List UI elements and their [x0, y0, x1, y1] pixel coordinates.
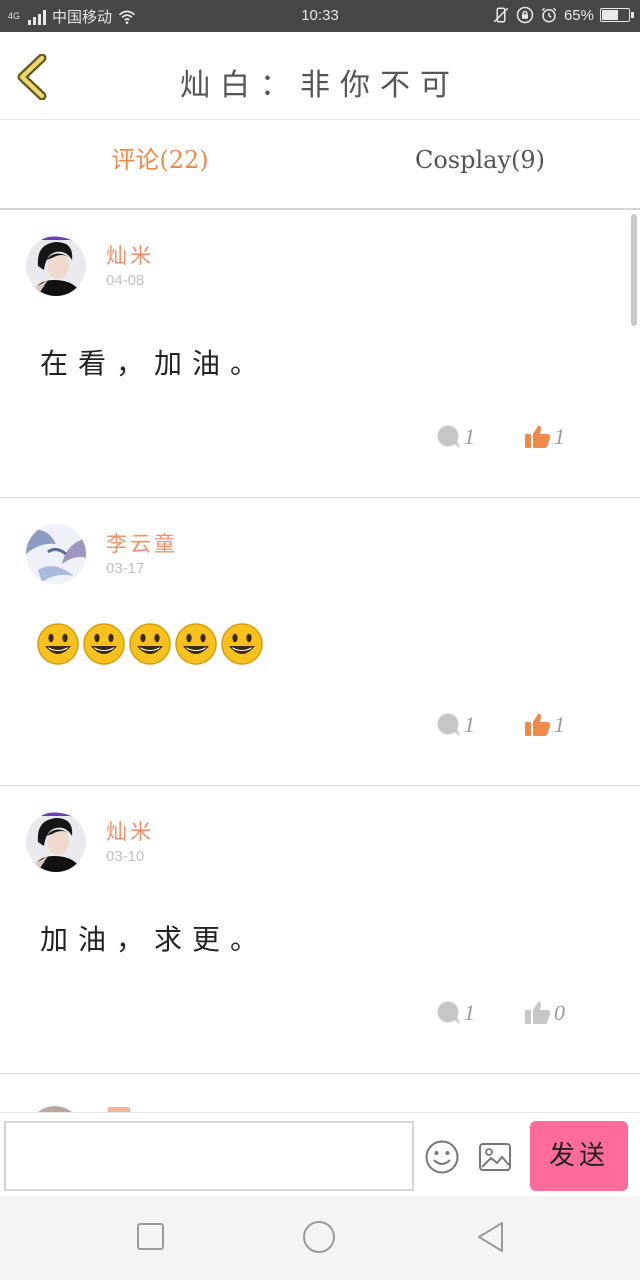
thumbs-up-icon — [525, 425, 551, 448]
smiley-emoji-icon — [129, 623, 171, 665]
image-picker-icon[interactable] — [478, 1141, 512, 1173]
avatar[interactable] — [26, 812, 86, 872]
tab-bar: 评论(22) Cosplay(9) — [0, 120, 640, 210]
reply-button[interactable]: 1 — [436, 712, 475, 738]
comment-item: 李云童 03-17 1 1 — [0, 498, 640, 786]
comment-date: 04-08 — [106, 272, 145, 289]
home-icon[interactable] — [302, 1220, 336, 1254]
comment-username[interactable]: 李云童 — [106, 528, 178, 558]
system-nav-bar — [0, 1196, 640, 1280]
comment-input[interactable] — [4, 1121, 414, 1191]
smiley-emoji-icon — [221, 623, 263, 665]
like-count: 1 — [554, 712, 565, 737]
avatar[interactable] — [26, 236, 86, 296]
comment-date: 03-17 — [106, 560, 145, 577]
like-button[interactable]: 1 — [524, 424, 565, 450]
tab-comments[interactable]: 评论(22) — [0, 120, 320, 208]
back-triangle-icon[interactable] — [474, 1220, 508, 1254]
comment-date: 03-10 — [106, 848, 145, 865]
comment-item: 灿米 03-10 加油，求更。 1 0 — [0, 786, 640, 1074]
reply-button[interactable]: 1 — [436, 424, 475, 450]
comment-bubble-icon — [437, 713, 460, 736]
page-title: 灿白：非你不可 — [180, 68, 460, 103]
like-button[interactable]: 1 — [524, 712, 565, 738]
screen-lock-icon — [516, 6, 534, 24]
reply-count: 1 — [464, 424, 475, 449]
battery-percent: 65% — [563, 6, 594, 24]
smiley-emoji-icon — [175, 623, 217, 665]
partial-comment-item — [0, 1073, 640, 1113]
thumbs-up-icon — [525, 1001, 551, 1024]
comment-username[interactable]: 灿米 — [106, 816, 154, 846]
smiley-emoji-icon — [37, 623, 79, 665]
smiley-emoji-icon — [83, 623, 125, 665]
comment-bubble-icon — [437, 1001, 460, 1024]
reply-count: 1 — [464, 712, 475, 737]
comment-emoji-row — [36, 622, 264, 666]
comment-list[interactable]: 灿米 04-08 在看，加油。 1 1 李云童 03-17 1 1 灿米 03-… — [0, 210, 640, 1112]
alarm-icon — [541, 7, 557, 23]
comment-item: 灿米 04-08 在看，加油。 1 1 — [0, 210, 640, 498]
send-button[interactable]: 发送 — [530, 1121, 628, 1191]
like-count: 1 — [554, 424, 565, 449]
reply-button[interactable]: 1 — [436, 1000, 475, 1026]
comment-bubble-icon — [437, 425, 460, 448]
scrollbar[interactable] — [631, 214, 637, 326]
battery-icon — [600, 8, 634, 22]
avatar[interactable] — [26, 524, 86, 584]
like-count: 0 — [554, 1000, 565, 1025]
like-button[interactable]: 0 — [524, 1000, 565, 1026]
recent-apps-icon[interactable] — [134, 1220, 168, 1254]
top-bar: 灿白：非你不可 — [0, 32, 640, 120]
comment-composer: 发送 — [0, 1112, 640, 1196]
tab-cosplay[interactable]: Cosplay(9) — [320, 120, 640, 208]
comment-text: 加油，求更。 — [40, 923, 269, 956]
thumbs-up-icon — [525, 713, 551, 736]
emoji-picker-icon[interactable] — [424, 1139, 460, 1175]
comment-username[interactable]: 灿米 — [106, 240, 154, 270]
mute-icon — [493, 7, 509, 23]
reply-count: 1 — [464, 1000, 475, 1025]
comment-text: 在看，加油。 — [40, 347, 269, 380]
status-bar: 4G 中国移动 10:33 65% — [0, 0, 640, 32]
